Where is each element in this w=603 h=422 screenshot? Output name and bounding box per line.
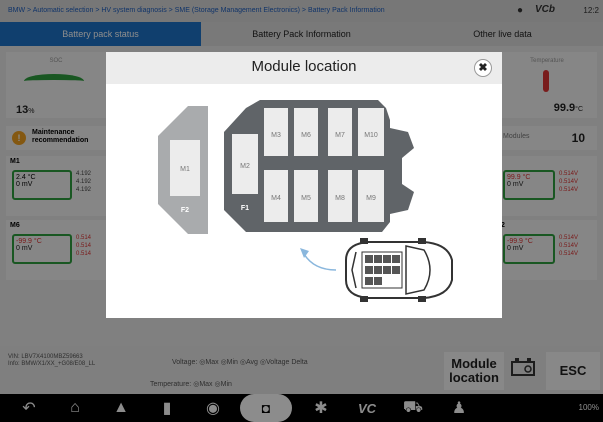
module-m1-label: M1: [180, 166, 190, 173]
close-icon[interactable]: ✖: [474, 59, 492, 77]
frame-f1-label: F1: [241, 205, 249, 212]
dialog-body: M1 F2 M2 F1 M3 M6 M7 M10 M4 M5 M8 M9: [106, 84, 502, 318]
module-m6-label: M6: [301, 132, 311, 139]
car-top-view-icon: [345, 238, 453, 302]
orientation-arrow: [303, 253, 337, 271]
module-m9-label: M9: [366, 195, 376, 202]
battery-pack-diagram: M1 F2 M2 F1 M3 M6 M7 M10 M4 M5 M8 M9: [158, 100, 453, 302]
dialog-header: Module location ✖: [106, 52, 502, 84]
module-m10-label: M10: [364, 132, 378, 139]
module-m3-label: M3: [271, 132, 281, 139]
module-m5-label: M5: [301, 195, 311, 202]
frame-f2-label: F2: [181, 207, 189, 214]
arrow-head: [300, 248, 309, 258]
module-m4-label: M4: [271, 195, 281, 202]
module-location-dialog: Module location ✖ M1 F2 M2 F1 M3 M6 M7 M…: [106, 52, 502, 318]
module-m8-label: M8: [335, 195, 345, 202]
module-m2-label: M2: [240, 163, 250, 170]
module-m7-label: M7: [335, 132, 345, 139]
dialog-title: Module location: [251, 58, 357, 75]
